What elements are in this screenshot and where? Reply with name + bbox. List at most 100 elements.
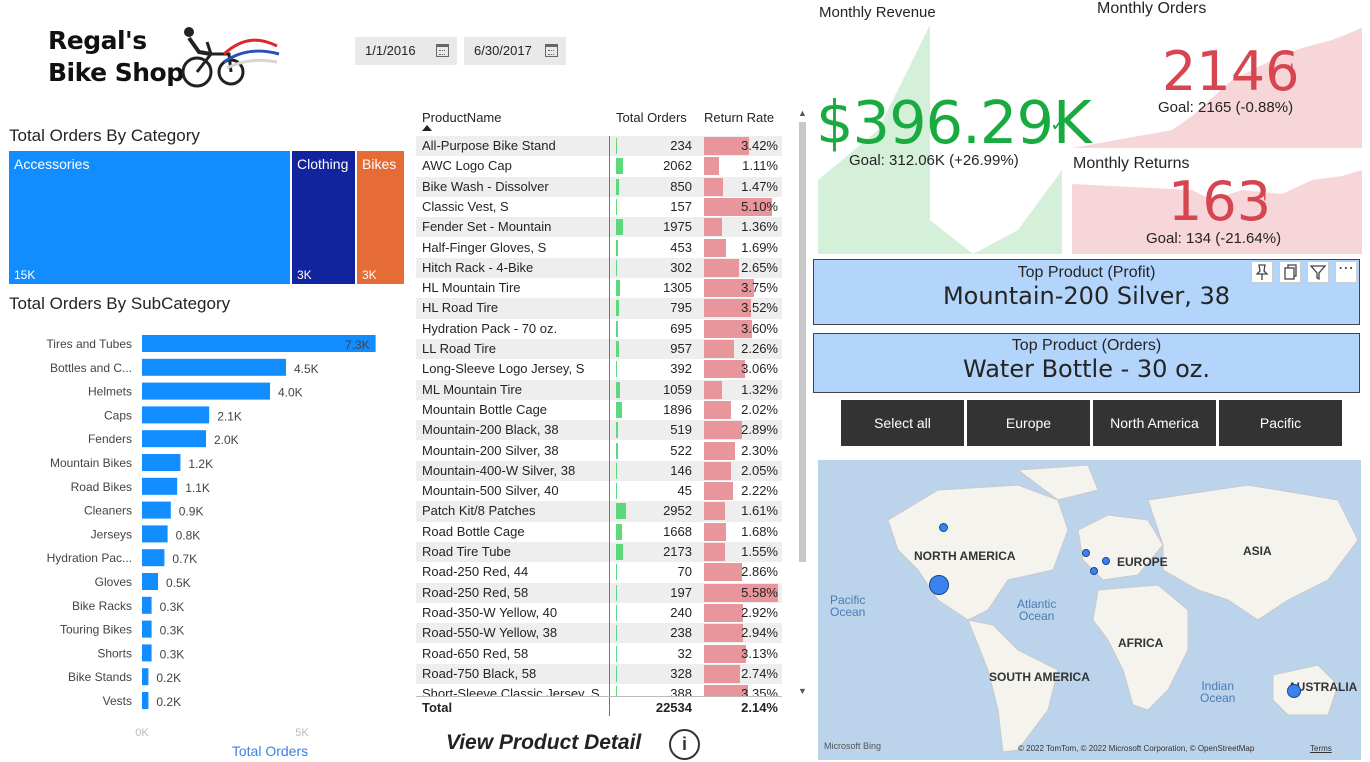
table-row[interactable]: ML Mountain Tire 1059 1.32% bbox=[416, 379, 782, 400]
bar[interactable] bbox=[142, 573, 158, 590]
region-select-all-button[interactable]: Select all bbox=[841, 400, 964, 446]
start-date-value: 1/1/2016 bbox=[365, 43, 416, 58]
table-row[interactable]: Long-Sleeve Logo Jersey, S 392 3.06% bbox=[416, 359, 782, 379]
top-product-profit-card[interactable]: Top Product (Profit) Mountain-200 Silver… bbox=[813, 259, 1360, 325]
table-row[interactable]: AWC Logo Cap 2062 1.11% bbox=[416, 156, 782, 176]
bar[interactable] bbox=[142, 668, 149, 686]
table-row[interactable]: Classic Vest, S 157 5.10% bbox=[416, 197, 782, 217]
table-row[interactable]: Short-Sleeve Classic Jersey, S 388 3.35% bbox=[416, 684, 782, 696]
table-row[interactable]: HL Road Tire 795 3.52% bbox=[416, 298, 782, 319]
table-row[interactable]: Bike Wash - Dissolver 850 1.47% bbox=[416, 176, 782, 197]
bar[interactable] bbox=[142, 525, 168, 543]
calendar-icon[interactable] bbox=[436, 44, 449, 57]
table-row[interactable]: Road-250 Red, 58 197 5.58% bbox=[416, 582, 782, 603]
bar[interactable] bbox=[142, 620, 152, 638]
return-rate-cell: 3.42% bbox=[741, 138, 778, 153]
col-header-return[interactable]: Return Rate bbox=[704, 110, 774, 125]
table-row[interactable]: Mountain-500 Silver, 40 45 2.22% bbox=[416, 481, 782, 501]
product-name: LL Road Tire bbox=[422, 341, 496, 356]
map-bubble[interactable] bbox=[1090, 567, 1098, 575]
scroll-up-icon[interactable]: ▲ bbox=[798, 108, 807, 118]
bar-value-label: 0.7K bbox=[172, 552, 197, 566]
table-row[interactable]: Road-350-W Yellow, 40 240 2.92% bbox=[416, 603, 782, 623]
pin-icon[interactable] bbox=[1251, 261, 1273, 283]
bar[interactable] bbox=[142, 692, 149, 709]
return-rate-cell: 3.52% bbox=[741, 300, 778, 316]
bar-category-label: Tires and Tubes bbox=[46, 337, 132, 351]
table-row[interactable]: HL Mountain Tire 1305 3.75% bbox=[416, 278, 782, 298]
return-rate-cell: 1.32% bbox=[741, 381, 778, 397]
bar[interactable] bbox=[142, 596, 152, 614]
table-row[interactable]: Mountain-400-W Silver, 38 146 2.05% bbox=[416, 460, 782, 482]
product-name: Hitch Rack - 4-Bike bbox=[422, 259, 534, 275]
region-europe-button[interactable]: Europe bbox=[967, 400, 1090, 446]
map-bubble[interactable] bbox=[1287, 684, 1301, 698]
bar[interactable] bbox=[142, 406, 210, 424]
table-row[interactable]: Half-Finger Gloves, S 453 1.69% bbox=[416, 238, 782, 258]
table-scrollbar[interactable]: ▲ ▼ bbox=[798, 106, 807, 706]
calendar-icon[interactable] bbox=[545, 44, 558, 57]
table-row[interactable]: Road Tire Tube 2173 1.55% bbox=[416, 542, 782, 563]
col-header-orders[interactable]: Total Orders bbox=[616, 110, 687, 125]
treemap-accessories[interactable]: Accessories 15K bbox=[9, 151, 290, 284]
bar[interactable] bbox=[142, 335, 376, 352]
total-orders-cell: 522 bbox=[670, 442, 692, 458]
bar-value-label: 0.3K bbox=[160, 647, 185, 661]
table-row[interactable]: Road-750 Black, 58 328 2.74% bbox=[416, 663, 782, 685]
end-date-input[interactable]: 6/30/2017 bbox=[464, 37, 566, 65]
product-name: Road-550-W Yellow, 38 bbox=[422, 625, 558, 641]
bar[interactable] bbox=[142, 644, 152, 662]
treemap-clothing[interactable]: Clothing 3K bbox=[292, 151, 355, 284]
total-orders-cell: 2062 bbox=[663, 158, 692, 174]
table-row[interactable]: Road Bottle Cage 1668 1.68% bbox=[416, 522, 782, 542]
start-date-input[interactable]: 1/1/2016 bbox=[355, 37, 457, 65]
view-product-detail-button[interactable]: View Product Detail bbox=[446, 731, 641, 755]
bar-value-label: 0.2K bbox=[156, 671, 181, 685]
filter-icon[interactable] bbox=[1307, 261, 1329, 283]
card-title: Top Product (Profit) bbox=[1017, 264, 1156, 281]
region-north-america-button[interactable]: North America bbox=[1093, 400, 1216, 446]
table-row[interactable]: Patch Kit/8 Patches 2952 1.61% bbox=[416, 501, 782, 522]
map-bubble[interactable] bbox=[1082, 549, 1090, 557]
table-row[interactable]: All-Purpose Bike Stand 234 3.42% bbox=[416, 136, 782, 157]
sales-map[interactable]: NORTH AMERICA EUROPE ASIA AFRICA SOUTH A… bbox=[818, 460, 1361, 760]
bar[interactable] bbox=[142, 358, 286, 376]
info-icon[interactable]: i bbox=[669, 729, 700, 760]
table-row[interactable]: Fender Set - Mountain 1975 1.36% bbox=[416, 217, 782, 238]
map-terms-link[interactable]: Terms bbox=[1310, 744, 1332, 753]
bar[interactable] bbox=[142, 454, 181, 471]
scroll-down-icon[interactable]: ▼ bbox=[798, 686, 807, 696]
top-product-orders-card[interactable]: Top Product (Orders) Water Bottle - 30 o… bbox=[813, 333, 1360, 393]
col-header-product[interactable]: ProductName bbox=[422, 110, 501, 125]
bar[interactable] bbox=[142, 549, 165, 567]
table-row[interactable]: Road-250 Red, 44 70 2.86% bbox=[416, 562, 782, 582]
map-bubble[interactable] bbox=[939, 523, 948, 532]
scroll-thumb[interactable] bbox=[799, 122, 806, 562]
bar[interactable] bbox=[142, 382, 270, 400]
more-options-icon[interactable]: ⋯ bbox=[1335, 261, 1357, 283]
table-row[interactable]: Mountain-200 Black, 38 519 2.89% bbox=[416, 420, 782, 441]
total-orders-cell: 695 bbox=[670, 320, 692, 336]
table-row[interactable]: Mountain Bottle Cage 1896 2.02% bbox=[416, 400, 782, 420]
table-row[interactable]: LL Road Tire 957 2.26% bbox=[416, 339, 782, 360]
product-name: Road-250 Red, 58 bbox=[422, 584, 529, 600]
sort-arrow-icon[interactable] bbox=[422, 125, 432, 131]
product-name: HL Mountain Tire bbox=[422, 280, 521, 296]
table-row[interactable]: Hitch Rack - 4-Bike 302 2.65% bbox=[416, 257, 782, 279]
table-row[interactable]: Road-650 Red, 58 32 3.13% bbox=[416, 644, 782, 664]
table-row[interactable]: Mountain-200 Silver, 38 522 2.30% bbox=[416, 441, 782, 461]
total-orders-cell: 234 bbox=[670, 138, 692, 153]
treemap-label: Accessories bbox=[14, 156, 90, 172]
bar[interactable] bbox=[142, 501, 171, 519]
copy-icon[interactable] bbox=[1279, 261, 1301, 283]
table-row[interactable]: Road-550-W Yellow, 38 238 2.94% bbox=[416, 623, 782, 644]
bar[interactable] bbox=[142, 477, 178, 495]
treemap-bikes[interactable]: Bikes 3K bbox=[357, 151, 404, 284]
table-row[interactable]: Hydration Pack - 70 oz. 695 3.60% bbox=[416, 319, 782, 339]
map-bubble[interactable] bbox=[929, 575, 949, 595]
table-total-row: Total 22534 2.14% bbox=[416, 696, 782, 718]
map-bubble[interactable] bbox=[1102, 557, 1110, 565]
total-orders-cell: 850 bbox=[670, 178, 692, 194]
region-pacific-button[interactable]: Pacific bbox=[1219, 400, 1342, 446]
bar[interactable] bbox=[142, 430, 206, 448]
